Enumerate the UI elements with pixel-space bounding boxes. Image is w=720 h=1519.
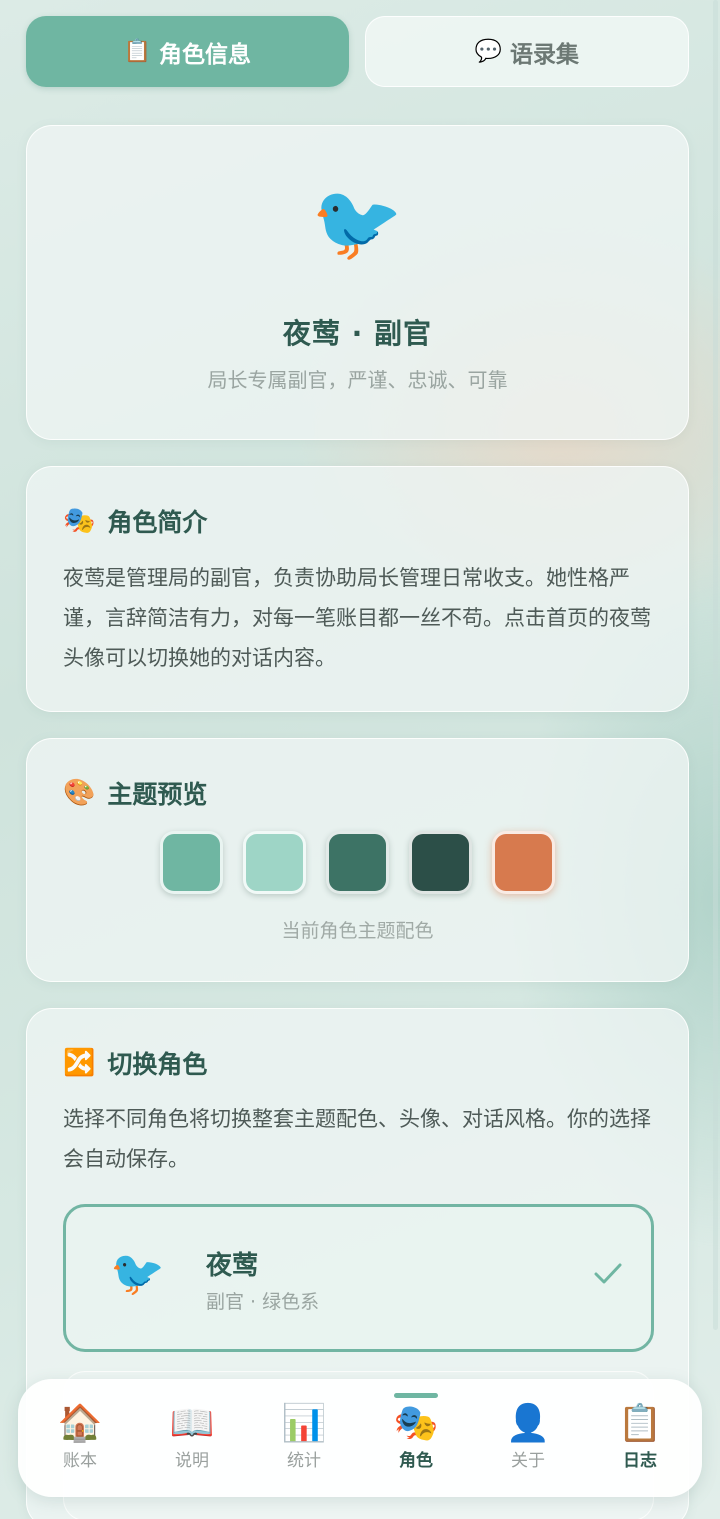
theme-title: 🎨 主题预览 [63, 775, 207, 811]
speech-bubble-icon: 💬 [474, 39, 502, 64]
theater-masks-icon: 🎭 [393, 1402, 439, 1444]
shuffle-icon: 🔀 [63, 1048, 96, 1078]
profile-card: 🐦 夜莺 · 副官 局长专属副官，严谨、忠诚、可靠 [26, 125, 689, 440]
tab-role-info-label: 角色信息 [158, 41, 251, 68]
tab-quotes-label: 语录集 [509, 41, 579, 68]
scrollbar[interactable] [713, 0, 718, 1330]
palette-icon: 🎨 [63, 778, 96, 808]
user-icon: 👤 [505, 1402, 551, 1444]
nav-role-label: 角色 [399, 1450, 433, 1471]
nav-guide-label: 说明 [175, 1450, 209, 1471]
theme-swatches [27, 831, 688, 894]
nav-about-label: 关于 [511, 1450, 545, 1471]
profile-name: 夜莺 · 副官 [282, 317, 433, 350]
switch-text: 选择不同角色将切换整套主题配色、头像、对话风格。你的选择会自动保存。 [63, 1107, 651, 1171]
tab-quotes[interactable]: 💬 语录集 [364, 16, 689, 87]
theme-swatch [243, 831, 306, 894]
bird-avatar-icon[interactable]: 🐦 [27, 186, 688, 260]
theme-preview-card: 🎨 主题预览 当前角色主题配色 [26, 738, 689, 982]
switch-title-label: 切换角色 [107, 1050, 208, 1079]
clipboard-icon: 📋 [617, 1402, 663, 1444]
tab-role-info[interactable]: 📋 角色信息 [26, 16, 349, 87]
house-icon: 🏠 [57, 1402, 103, 1444]
theme-swatch [326, 831, 389, 894]
bottom-nav: 🏠 账本 📖 说明 📊 统计 🎭 角色 👤 关于 📋 日志 [18, 1379, 702, 1497]
nav-guide[interactable]: 📖 说明 [142, 1379, 242, 1497]
nav-log-label: 日志 [623, 1450, 657, 1471]
intro-card: 🎭 角色简介 夜莺是管理局的副官，负责协助局长管理日常收支。她性格严谨，言辞简洁… [26, 466, 689, 712]
clipboard-icon: 📋 [123, 39, 151, 64]
theme-caption: 当前角色主题配色 [281, 920, 434, 942]
open-book-icon: 📖 [169, 1402, 215, 1444]
nav-ledger[interactable]: 🏠 账本 [30, 1379, 130, 1497]
role-option-subtitle: 副官 · 绿色系 [206, 1291, 320, 1313]
theme-swatch [409, 831, 472, 894]
theater-masks-icon: 🎭 [63, 506, 96, 536]
role-option-name: 夜莺 [206, 1251, 259, 1281]
intro-text: 夜莺是管理局的副官，负责协助局长管理日常收支。她性格严谨，言辞简洁有力，对每一笔… [63, 566, 651, 670]
active-indicator [394, 1393, 438, 1398]
theme-swatch [160, 831, 223, 894]
nav-log[interactable]: 📋 日志 [590, 1379, 690, 1497]
nav-stats-label: 统计 [287, 1450, 321, 1471]
bar-chart-icon: 📊 [281, 1402, 327, 1444]
bird-icon: 🐦 [110, 1248, 165, 1299]
nav-role[interactable]: 🎭 角色 [366, 1379, 466, 1497]
top-tabs: 📋 角色信息 💬 语录集 [26, 16, 689, 87]
nav-about[interactable]: 👤 关于 [478, 1379, 578, 1497]
checkmark-icon [594, 1263, 622, 1284]
theme-title-label: 主题预览 [107, 780, 208, 809]
nav-stats[interactable]: 📊 统计 [254, 1379, 354, 1497]
intro-title-label: 角色简介 [107, 508, 208, 537]
role-option-nightingale[interactable]: 🐦 夜莺 副官 · 绿色系 [63, 1204, 654, 1352]
switch-title: 🔀 切换角色 [63, 1045, 207, 1081]
theme-swatch [492, 831, 555, 894]
profile-subtitle: 局长专属副官，严谨、忠诚、可靠 [207, 368, 508, 392]
intro-title: 🎭 角色简介 [63, 503, 207, 539]
nav-ledger-label: 账本 [63, 1450, 97, 1471]
